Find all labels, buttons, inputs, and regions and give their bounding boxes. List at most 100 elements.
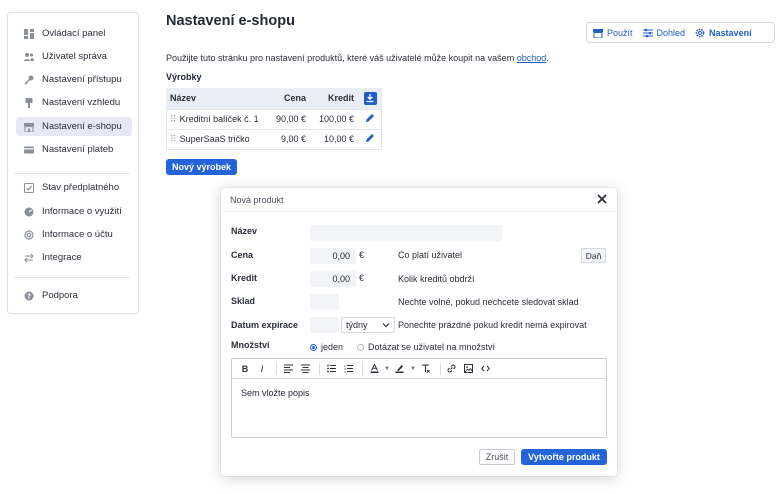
nav-settings[interactable]: Nastavení: [695, 28, 752, 38]
top-nav: Použít Dohled Nastavení: [586, 22, 775, 43]
toolbar-divider: [439, 362, 441, 375]
price-label: Cena: [231, 250, 254, 260]
sidebar-item-label: Informace o využití: [42, 206, 122, 217]
at-icon: [24, 229, 34, 240]
sidebar-item-payments[interactable]: Nastavení plateb: [16, 140, 132, 159]
image-icon[interactable]: [462, 362, 476, 376]
expiry-unit-value: týdny: [346, 320, 368, 330]
sidebar-item-subscription[interactable]: Stav předplatného: [16, 178, 132, 197]
editor-toolbar: B I 123 ▼ ▼: [232, 359, 606, 379]
edit-pencil-icon[interactable]: [365, 113, 375, 123]
sidebar-item-appearance[interactable]: Nastavení vzhledu: [16, 93, 132, 112]
align-center-icon[interactable]: [298, 362, 312, 376]
brush-icon: [24, 97, 34, 108]
table-row[interactable]: ⠿ SuperSaaS tričko 9,00 € 10,00 €: [166, 128, 382, 149]
expiry-unit-select[interactable]: týdny: [341, 317, 395, 333]
expiry-label: Datum expirace: [231, 320, 299, 330]
chevron-down-icon[interactable]: ▼: [410, 366, 416, 372]
sidebar: Ovládací panel Uživatel správa Nastavení…: [7, 12, 139, 314]
bold-button[interactable]: B: [238, 362, 252, 376]
cell-name: ⠿ SuperSaaS tričko: [166, 128, 270, 149]
gear-icon: [695, 28, 705, 37]
sidebar-item-label: Uživatel správa: [42, 51, 107, 62]
arrows-icon: [24, 253, 34, 263]
svg-text:3: 3: [344, 370, 346, 373]
gauge-icon: [24, 207, 34, 217]
drag-handle-icon[interactable]: ⠿: [170, 134, 177, 144]
new-product-modal: Nová produkt Název Cena € Co platí uživa…: [221, 188, 617, 476]
numbered-list-icon[interactable]: 123: [341, 362, 355, 376]
table-row[interactable]: ⠿ Kreditní balíček č. 1 90,00 € 100,00 €: [166, 108, 382, 129]
text-color-icon[interactable]: [367, 362, 381, 376]
close-icon[interactable]: [596, 193, 608, 205]
align-left-icon[interactable]: [281, 362, 295, 376]
sidebar-item-label: Nastavení vzhledu: [42, 97, 121, 108]
clear-format-icon[interactable]: [419, 362, 433, 376]
column-header-actions: [358, 88, 382, 109]
cell-name: ⠿ Kreditní balíček č. 1: [166, 108, 270, 129]
column-header-credit: Kredit: [310, 88, 358, 109]
link-icon[interactable]: [445, 362, 459, 376]
download-icon[interactable]: [363, 91, 377, 105]
sidebar-divider: [14, 277, 130, 278]
nav-supervise-label: Dohled: [656, 27, 686, 38]
sidebar-divider: [14, 173, 130, 174]
name-input[interactable]: [310, 225, 502, 241]
product-name: Kreditní balíček č. 1: [179, 113, 259, 124]
sidebar-item-label: Nastavení přístupu: [42, 74, 122, 85]
sidebar-item-label: Stav předplatného: [42, 182, 120, 193]
code-icon[interactable]: [479, 362, 493, 376]
expiry-input[interactable]: [310, 317, 339, 333]
table-header-row: Název Cena Kredit: [166, 88, 382, 109]
new-product-button[interactable]: Nový výrobek: [166, 159, 237, 175]
editor-content[interactable]: Sem vložte popis: [232, 379, 606, 407]
cell-price: 90,00 €: [270, 108, 310, 129]
chevron-down-icon[interactable]: ▼: [384, 366, 390, 372]
quantity-radio-ask-label: Dotázat se uživatel na množství: [368, 342, 496, 352]
sidebar-item-eshop[interactable]: Nastavení e-shopu: [16, 117, 132, 136]
bullet-list-icon[interactable]: [324, 362, 338, 376]
radio-unselected-icon: [357, 343, 364, 351]
sidebar-item-label: Nastavení plateb: [42, 144, 114, 155]
help-icon: ?: [24, 291, 34, 301]
svg-text:?: ?: [27, 292, 31, 300]
edit-pencil-icon[interactable]: [365, 133, 375, 143]
italic-button[interactable]: I: [255, 362, 269, 376]
name-label: Název: [231, 226, 258, 236]
sidebar-item-label: Podpora: [42, 290, 78, 301]
stock-input[interactable]: [310, 294, 339, 310]
sidebar-item-account[interactable]: Informace o účtu: [16, 225, 132, 244]
intro-text-main: Použijte tuto stránku pro nastavení prod…: [166, 53, 517, 63]
sidebar-item-support[interactable]: ? Podpora: [16, 286, 132, 305]
sidebar-item-dashboard[interactable]: Ovládací panel: [16, 24, 132, 43]
radio-selected-icon: [310, 343, 317, 351]
price-input[interactable]: [310, 248, 356, 264]
toolbar-divider: [362, 362, 363, 375]
products-table: Název Cena Kredit ⠿ Kreditní balíček č. 1…: [166, 88, 382, 149]
nav-supervise[interactable]: Dohled: [642, 27, 686, 38]
quantity-radio-one[interactable]: jeden: [310, 342, 343, 352]
cell-price: 9,00 €: [270, 128, 310, 149]
nav-use[interactable]: Použít: [593, 28, 633, 38]
description-editor: B I 123 ▼ ▼ Sem vložte popis: [231, 358, 607, 438]
cell-actions: [358, 128, 382, 149]
credit-help: Kolik kreditů obdrží: [398, 274, 475, 284]
credit-input[interactable]: [310, 271, 356, 287]
highlight-icon[interactable]: [393, 362, 407, 376]
cancel-button[interactable]: Zrušit: [479, 449, 515, 465]
check-square-icon: [24, 182, 34, 193]
sidebar-item-integrations[interactable]: Integrace: [16, 248, 132, 267]
sidebar-item-access[interactable]: Nastavení přístupu: [16, 70, 132, 89]
toolbar-divider: [319, 362, 320, 375]
sidebar-item-users[interactable]: Uživatel správa: [16, 47, 132, 66]
tax-button[interactable]: Daň: [581, 248, 606, 263]
shop-link[interactable]: obchod: [517, 53, 547, 63]
quantity-radio-ask[interactable]: Dotázat se uživatel na množství: [357, 342, 495, 352]
shop-icon: [593, 28, 603, 38]
nav-use-label: Použít: [607, 27, 633, 38]
drag-handle-icon[interactable]: ⠿: [170, 114, 177, 124]
create-product-button[interactable]: Vytvořte produkt: [521, 449, 607, 465]
sidebar-item-usage[interactable]: Informace o využití: [16, 202, 132, 221]
users-icon: [24, 52, 34, 62]
quantity-label: Množství: [231, 340, 270, 350]
